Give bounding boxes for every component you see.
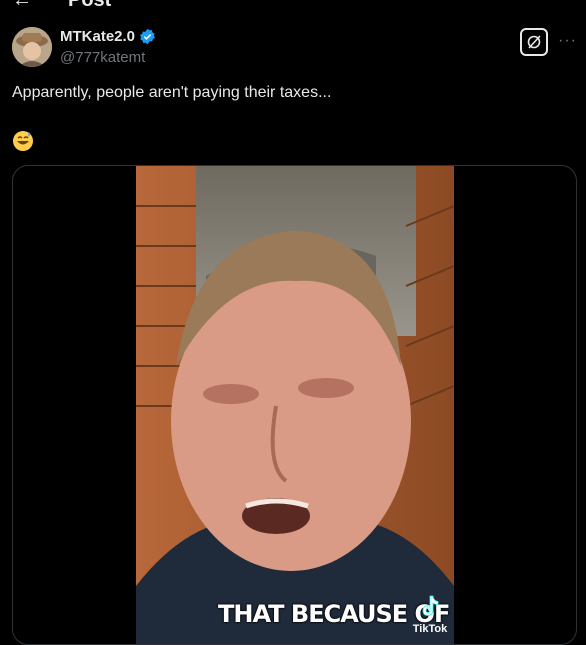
author-handle[interactable]: @777katemt <box>60 49 145 66</box>
author-name-row: MTKate2.0 <box>60 28 156 45</box>
grinning-sweat-emoji-icon <box>12 130 34 152</box>
verified-badge-icon <box>139 28 156 45</box>
top-bar: ← Post <box>0 0 586 12</box>
tiktok-logo-icon: TikTok <box>410 594 450 635</box>
avatar[interactable] <box>12 27 52 67</box>
tiktok-watermark: TikTok <box>412 623 448 635</box>
back-arrow-icon[interactable]: ← <box>12 0 32 12</box>
page-title: Post <box>68 0 112 11</box>
grok-icon[interactable] <box>520 28 548 56</box>
tweet-text: Apparently, people aren't paying their t… <box>12 84 332 101</box>
video-frame[interactable] <box>136 166 454 644</box>
more-options-icon[interactable]: ··· <box>558 32 577 50</box>
author-display-name[interactable]: MTKate2.0 <box>60 28 135 45</box>
video-media-card[interactable] <box>12 165 577 645</box>
